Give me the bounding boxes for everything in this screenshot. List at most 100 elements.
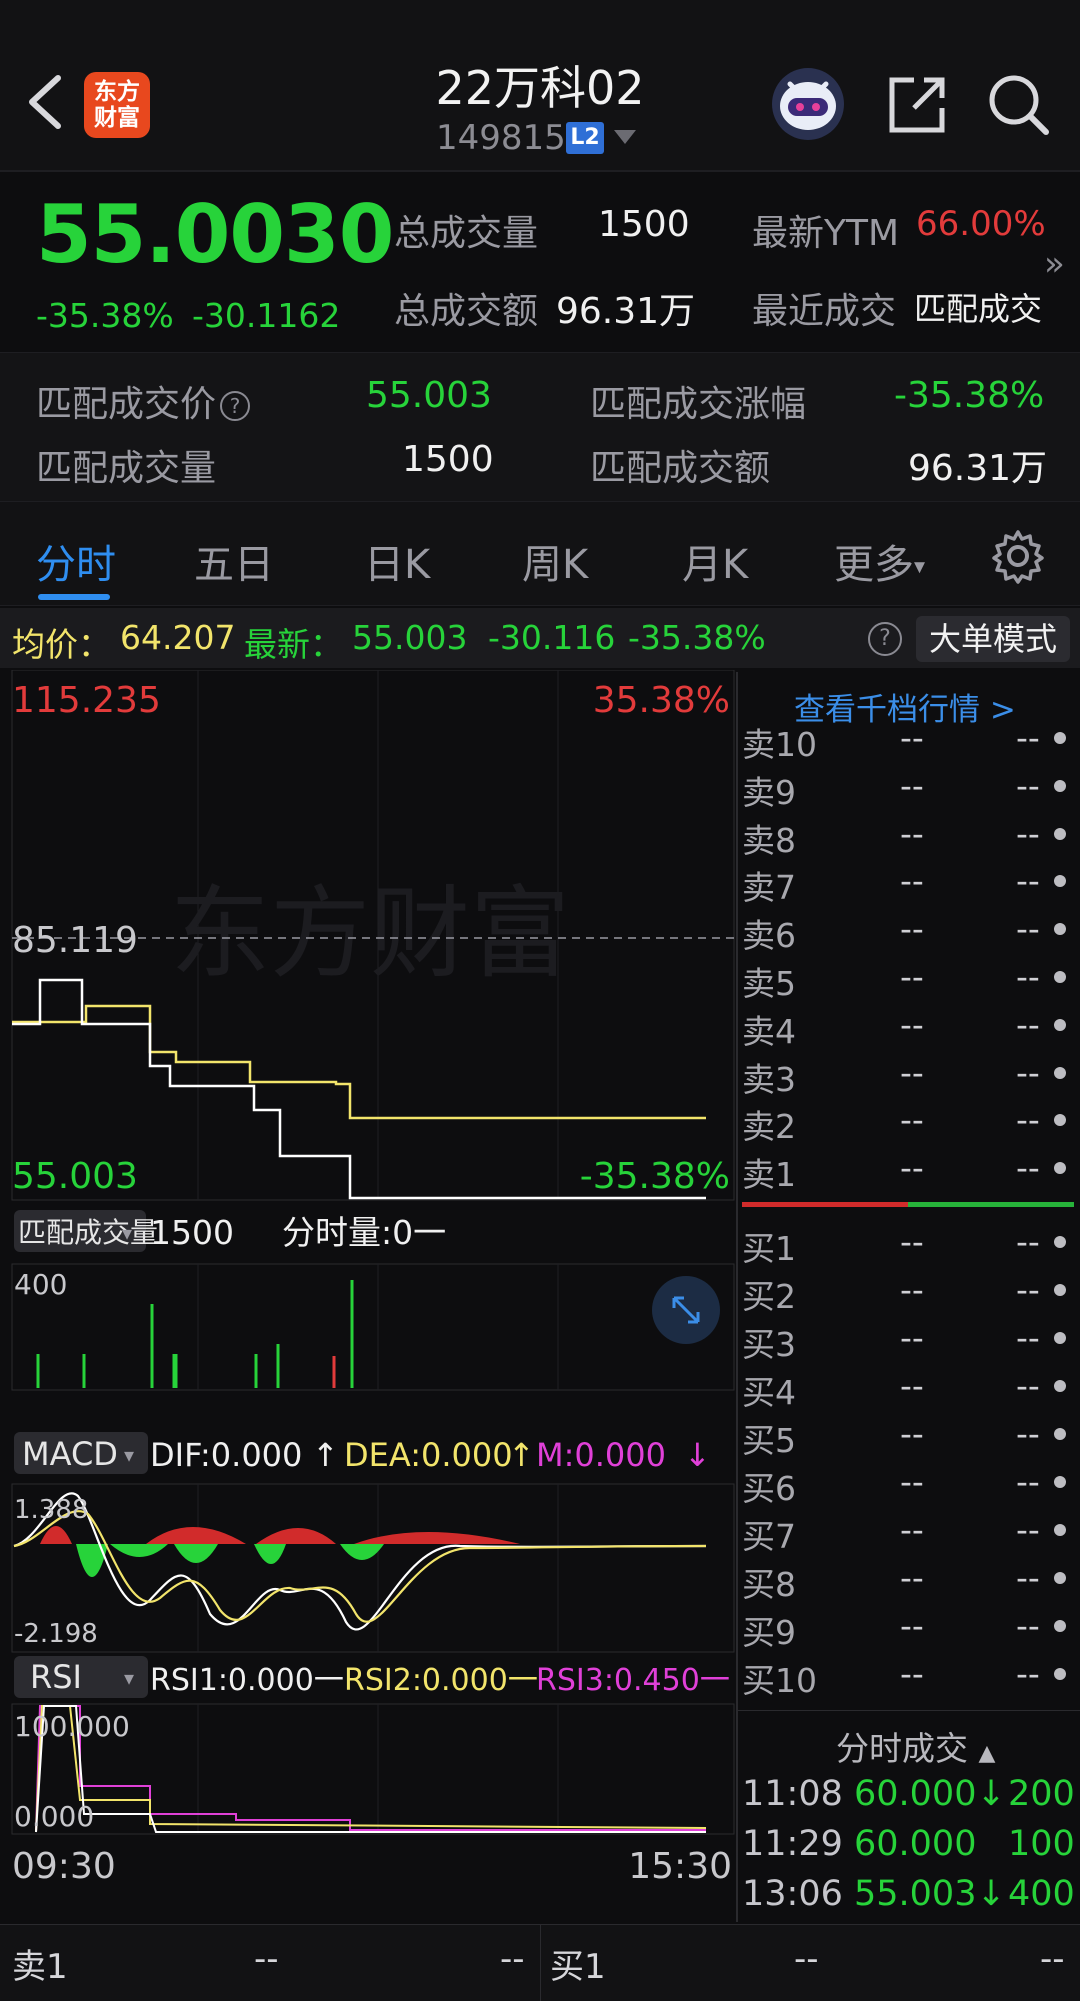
match-change-label: 匹配成交涨幅 <box>590 384 807 425</box>
order-row[interactable]: 卖6 -- -- <box>742 909 1080 955</box>
tab-weekly-k[interactable]: 周K <box>522 532 588 590</box>
order-level-label: 卖7 <box>742 868 796 908</box>
minute-deals-title[interactable]: 分时成交 ▲ <box>836 1722 995 1770</box>
order-level-label: 卖1 <box>742 1155 796 1195</box>
rsi-bottom: 0.000 <box>14 1800 94 1833</box>
search-icon[interactable] <box>986 72 1052 138</box>
avg-value: 64.207 <box>120 618 236 657</box>
top-bar: 东方 财富 22万科02 149815 L2 <box>0 0 1080 172</box>
order-dot-icon <box>1054 1620 1066 1632</box>
order-row[interactable]: 买8 -- -- <box>742 1558 1080 1604</box>
order-price: -- <box>900 1606 924 1645</box>
order-row[interactable]: 卖2 -- -- <box>742 1100 1080 1146</box>
active-tab-indicator <box>38 594 110 600</box>
order-dot-icon <box>1054 1572 1066 1584</box>
order-volume: -- <box>1016 1558 1040 1597</box>
order-row[interactable]: 卖3 -- -- <box>742 1053 1080 1099</box>
order-price: -- <box>900 1222 924 1261</box>
order-row[interactable]: 卖8 -- -- <box>742 814 1080 860</box>
order-row[interactable]: 卖10 -- -- <box>742 718 1080 764</box>
order-level-label: 买5 <box>742 1421 796 1460</box>
order-dot-icon <box>1054 971 1066 983</box>
share-icon[interactable] <box>884 72 950 138</box>
order-price: -- <box>900 909 924 949</box>
minute-deals-title-text: 分时成交 <box>836 1729 968 1768</box>
rsi2: RSI2:0.000一 <box>344 1663 538 1698</box>
order-row[interactable]: 买1 -- -- <box>742 1222 1080 1268</box>
order-price: -- <box>900 718 924 757</box>
match-volume-value: 1500 <box>402 439 494 480</box>
order-volume: -- <box>1016 1654 1040 1693</box>
tab-more[interactable]: 更多▾ <box>834 532 925 590</box>
deal-vol: 100 <box>1008 1824 1075 1864</box>
order-dot-icon <box>1054 1332 1066 1344</box>
dropdown-caret-icon[interactable] <box>614 130 636 144</box>
order-dot-icon <box>1054 1018 1066 1031</box>
settings-gear-icon[interactable] <box>990 528 1046 584</box>
order-level-label: 买1 <box>742 1229 796 1268</box>
order-dot-icon <box>1054 1114 1066 1127</box>
order-row[interactable]: 买5 -- -- <box>742 1414 1080 1460</box>
match-price-label: 匹配成交价? <box>36 375 251 427</box>
order-price: -- <box>900 1148 924 1188</box>
sell-buy-ratio-red <box>742 1202 908 1207</box>
big-order-mode-button[interactable]: 大单模式 <box>916 616 1070 662</box>
order-level-label: 卖10 <box>742 725 817 764</box>
order-row[interactable]: 卖4 -- -- <box>742 1005 1080 1051</box>
order-row[interactable]: 卖7 -- -- <box>742 861 1080 907</box>
order-volume: -- <box>1016 1100 1040 1140</box>
chevron-down-icon: ▾ <box>122 1221 132 1245</box>
more-info-chevron-icon[interactable]: » <box>1044 244 1065 284</box>
order-row[interactable]: 卖9 -- -- <box>742 766 1080 812</box>
tab-monthly-k[interactable]: 月K <box>682 532 748 590</box>
chevron-down-icon: ▾ <box>124 1666 134 1690</box>
order-row[interactable]: 买9 -- -- <box>742 1606 1080 1652</box>
order-row[interactable]: 买6 -- -- <box>742 1462 1080 1508</box>
order-row[interactable]: 买3 -- -- <box>742 1318 1080 1364</box>
order-row[interactable]: 卖1 -- -- <box>742 1148 1080 1194</box>
order-row[interactable]: 卖5 -- -- <box>742 957 1080 1003</box>
order-price: -- <box>900 861 924 901</box>
help-icon[interactable]: ? <box>868 622 902 656</box>
chevron-down-icon: ▾ <box>914 554 926 580</box>
tab-intraday[interactable]: 分时 <box>36 532 116 590</box>
order-dot-icon <box>1054 1524 1066 1536</box>
order-level-label: 卖8 <box>742 820 796 860</box>
deal-row: 11:29 60.000 100 <box>742 1824 1080 1874</box>
avg-label: 均价： <box>12 625 111 664</box>
order-price: -- <box>900 1366 924 1405</box>
order-price: -- <box>900 1510 924 1549</box>
order-row[interactable]: 买10 -- -- <box>742 1654 1080 1700</box>
intraday-chart[interactable]: 东方财富 115.235 35.38% 85.119 55.003 -35.38… <box>0 670 740 1890</box>
order-dot-icon <box>1054 1236 1066 1248</box>
bottom-sell-label: 卖1 <box>12 1947 68 1987</box>
watermark: 东方财富 <box>170 875 570 992</box>
tab-five-day[interactable]: 五日 <box>194 532 274 590</box>
latest-ytm-value: 66.00% <box>916 204 1046 244</box>
low-pct-label: -35.38% <box>580 1156 730 1197</box>
order-row[interactable]: 买2 -- -- <box>742 1270 1080 1316</box>
prev-close-label: 85.119 <box>12 920 138 961</box>
recent-deal-value: 匹配成交 <box>914 290 1043 328</box>
help-icon[interactable]: ? <box>220 391 251 421</box>
deal-price: 60.000 <box>854 1824 977 1864</box>
rsi-top: 100.000 <box>14 1710 130 1743</box>
order-row[interactable]: 买4 -- -- <box>742 1366 1080 1412</box>
latest-pct: -35.38% <box>628 618 766 657</box>
order-price: -- <box>900 765 924 805</box>
deal-time: 11:08 <box>742 1774 843 1814</box>
robot-assistant-icon[interactable] <box>770 66 846 142</box>
order-price: -- <box>900 1558 924 1597</box>
total-volume-label: 总成交量 <box>394 213 539 254</box>
order-row[interactable]: 买7 -- -- <box>742 1510 1080 1556</box>
order-price: -- <box>900 1100 924 1140</box>
level2-badge: L2 <box>566 122 604 154</box>
minute-volume: 分时量:0一 <box>282 1213 446 1252</box>
order-price: -- <box>900 1654 924 1693</box>
last-price: 55.0030 <box>36 188 394 281</box>
deal-vol: 200 <box>1008 1774 1075 1814</box>
change-percent: -35.38% <box>36 296 174 335</box>
order-volume: -- <box>1016 909 1040 949</box>
volume-axis-top: 400 <box>14 1268 67 1301</box>
tab-daily-k[interactable]: 日K <box>364 532 430 590</box>
